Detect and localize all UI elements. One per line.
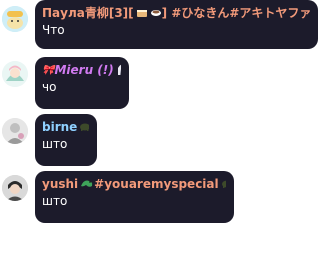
avatar[interactable]	[2, 61, 28, 87]
cake-icon	[136, 6, 148, 21]
chat-feed: Паула青柳[3][ ] #ひなきん#アキトヤファ... Что 🎀 Mier…	[0, 0, 320, 273]
hooded-figure-icon	[116, 62, 121, 79]
turtle-icon	[221, 177, 226, 192]
message-bubble: birne што	[35, 114, 97, 166]
message-bubble: Паула青柳[3][ ] #ひなきん#アキトヤファ... Что	[35, 0, 318, 49]
author-name[interactable]: Паула青柳[3][ ] #ひなきん#アキトヤファ...	[42, 5, 310, 22]
lizard-icon	[80, 177, 94, 192]
message-bubble: 🎀 Mieru (!) чо	[35, 57, 129, 109]
turtle-icon	[79, 120, 89, 135]
coffee-icon	[150, 6, 162, 21]
author-name[interactable]: birne	[42, 119, 89, 136]
message-bubble: yushi #youaremyspecial што	[35, 171, 234, 223]
author-name[interactable]: 🎀 Mieru (!)	[42, 62, 121, 79]
message-text: Что	[42, 23, 65, 37]
avatar[interactable]	[2, 175, 28, 201]
avatar[interactable]	[2, 118, 28, 144]
avatar[interactable]	[2, 6, 28, 32]
message-text: што	[42, 137, 68, 151]
message-text: што	[42, 194, 68, 208]
message-text: чо	[42, 80, 57, 94]
author-name[interactable]: yushi #youaremyspecial	[42, 176, 226, 193]
